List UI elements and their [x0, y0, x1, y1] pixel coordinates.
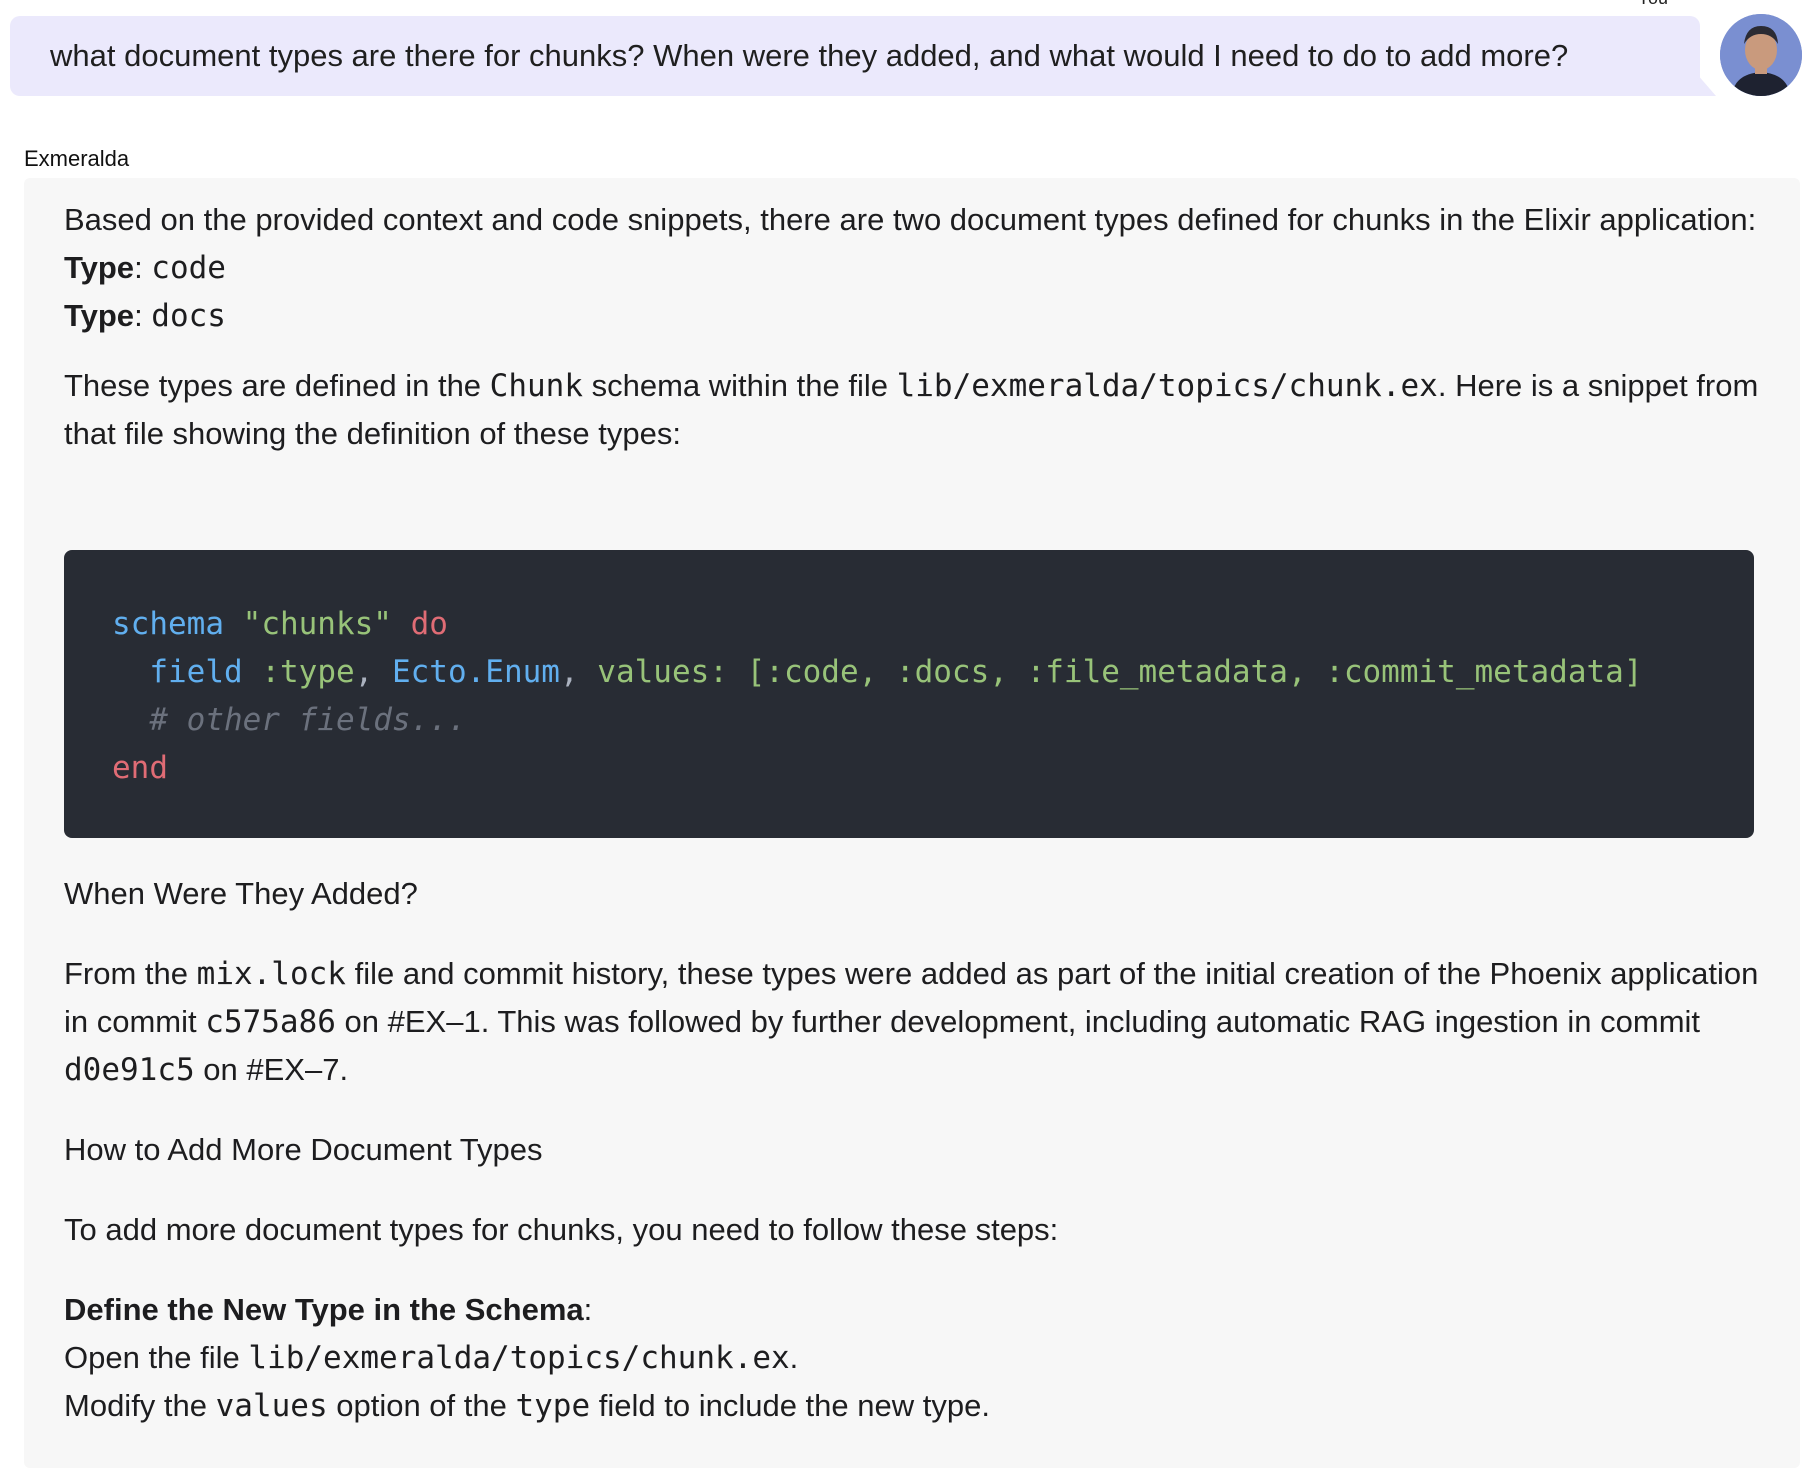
code-token: do	[410, 606, 448, 642]
heading-when-added: When Were They Added?	[64, 876, 418, 911]
bubble-tail	[1690, 66, 1716, 96]
inline-code-type: type	[515, 1388, 591, 1424]
user-message-bubble: what document types are there for chunks…	[10, 16, 1700, 96]
how-intro: To add more document types for chunks, y…	[64, 1212, 1059, 1247]
inline-code-commit: c575a86	[205, 1004, 336, 1040]
text-fragment: Open the file	[64, 1340, 249, 1375]
assistant-content-continued: When Were They Added? From the mix.lock …	[64, 870, 1764, 1430]
type-value-code: code	[151, 250, 226, 286]
inline-code-file: lib/exmeralda/topics/chunk.ex	[248, 1340, 790, 1376]
inline-code-mixlock: mix.lock	[196, 956, 346, 992]
type-label: Type	[64, 250, 135, 285]
heading-how-to-add: How to Add More Document Types	[64, 1132, 543, 1167]
text-fragment: schema within the file	[583, 368, 897, 403]
step1-title: Define the New Type in the Schema:	[64, 1292, 593, 1327]
code-token: schema	[112, 606, 224, 642]
inline-code-commit: d0e91c5	[64, 1052, 195, 1088]
assistant-content: Based on the provided context and code s…	[64, 196, 1764, 458]
text-fragment: .	[789, 1340, 799, 1375]
inline-code-file: lib/exmeralda/topics/chunk.ex	[896, 368, 1438, 404]
text-fragment: on #EX–7.	[194, 1052, 349, 1087]
step1-line1: Open the file lib/exmeralda/topics/chunk…	[64, 1334, 1764, 1382]
step1-line2: Modify the values option of the type fie…	[64, 1382, 1764, 1430]
code-token: [:code, :docs, :file_metadata, :commit_m…	[746, 654, 1643, 690]
text-fragment: option of the	[327, 1388, 516, 1423]
code-token: Ecto.Enum	[391, 654, 560, 690]
type-line-docs: Type: docs	[64, 298, 226, 334]
text-fragment: These types are defined in the	[64, 368, 490, 403]
user-message-text: what document types are there for chunks…	[50, 38, 1569, 73]
type-line-code: Type: code	[64, 250, 226, 286]
step-title: Define the New Type in the Schema	[64, 1292, 584, 1327]
type-value-docs: docs	[151, 298, 226, 334]
code-token: "chunks"	[242, 606, 392, 642]
code-token: end	[112, 750, 168, 786]
code-token: field	[149, 654, 243, 690]
user-avatar	[1720, 14, 1802, 96]
text-fragment: Modify the	[64, 1388, 216, 1423]
avatar-portrait-icon	[1720, 14, 1802, 96]
text-fragment: field to include the new type.	[590, 1388, 990, 1423]
when-paragraph: From the mix.lock file and commit histor…	[64, 950, 1764, 1094]
inline-code-chunk: Chunk	[489, 368, 583, 404]
defined-paragraph: These types are defined in the Chunk sch…	[64, 362, 1764, 458]
code-token: :type	[261, 654, 355, 690]
inline-code-values: values	[215, 1388, 328, 1424]
assistant-name: Exmeralda	[24, 146, 130, 171]
text-fragment: on #EX–1. This was followed by further d…	[335, 1004, 1701, 1039]
code-comment: # other fields...	[149, 702, 467, 738]
code-block[interactable]: schema "chunks" do field :type, Ecto.Enu…	[64, 550, 1754, 838]
type-label: Type	[64, 298, 135, 333]
text-fragment: From the	[64, 956, 197, 991]
user-label: You	[1638, 0, 1668, 9]
intro-text: Based on the provided context and code s…	[64, 202, 1757, 237]
code-token: values:	[597, 654, 728, 690]
